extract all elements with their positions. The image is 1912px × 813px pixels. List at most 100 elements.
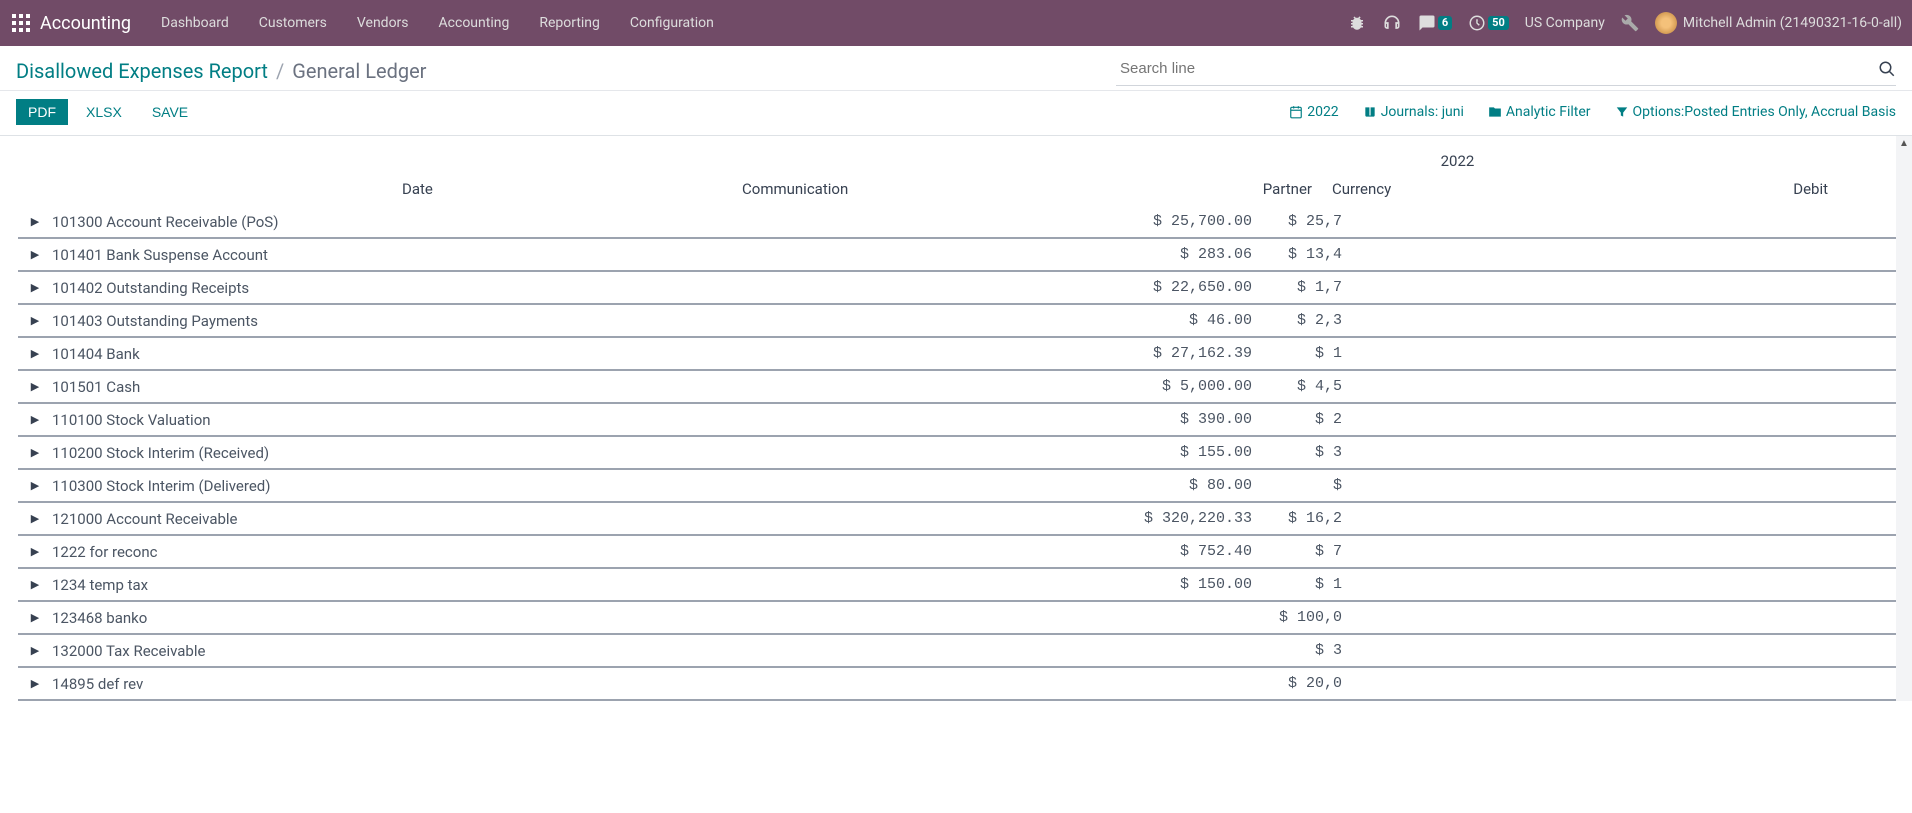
table-row[interactable]: ▶1222 for reconc$ 752.40$ 7	[18, 536, 1912, 569]
tools-icon[interactable]	[1621, 14, 1639, 32]
table-row[interactable]: ▶14895 def rev$ 20,0	[18, 668, 1912, 701]
credit-value: $ 25,7	[1262, 213, 1344, 230]
account-name[interactable]: 132000 Tax Receivable	[52, 642, 1042, 660]
activities-icon[interactable]: 50	[1468, 14, 1509, 32]
company-selector[interactable]: US Company	[1525, 15, 1605, 31]
debit-value: $ 22,650.00	[1042, 279, 1262, 296]
account-name[interactable]: 1222 for reconc	[52, 543, 1042, 561]
menu-accounting[interactable]: Accounting	[439, 15, 510, 31]
caret-right-icon[interactable]: ▶	[18, 380, 52, 393]
account-name[interactable]: 101402 Outstanding Receipts	[52, 279, 1042, 297]
table-row[interactable]: ▶101402 Outstanding Receipts$ 22,650.00$…	[18, 272, 1912, 305]
table-row[interactable]: ▶132000 Tax Receivable $ 3	[18, 635, 1912, 668]
account-name[interactable]: 14895 def rev	[52, 675, 1042, 693]
filter-options[interactable]: Options:Posted Entries Only, Accrual Bas…	[1615, 104, 1897, 120]
account-name[interactable]: 123468 banko	[52, 609, 1042, 627]
table-row[interactable]: ▶121000 Account Receivable$ 320,220.33$ …	[18, 503, 1912, 536]
messages-badge: 6	[1438, 16, 1452, 30]
menu-configuration[interactable]: Configuration	[630, 15, 714, 31]
pdf-button[interactable]: PDF	[16, 99, 68, 125]
caret-right-icon[interactable]: ▶	[18, 446, 52, 459]
filter-journals[interactable]: Journals: juni	[1363, 104, 1464, 120]
account-name[interactable]: 110200 Stock Interim (Received)	[52, 444, 1042, 462]
account-name[interactable]: 101501 Cash	[52, 378, 1042, 396]
account-name[interactable]: 101300 Account Receivable (PoS)	[52, 213, 1042, 231]
column-headers: Date Communication Partner Currency Debi…	[18, 176, 1912, 206]
table-row[interactable]: ▶101403 Outstanding Payments$ 46.00$ 2,3	[18, 305, 1912, 338]
caret-right-icon[interactable]: ▶	[18, 347, 52, 360]
credit-value: $ 3	[1262, 444, 1344, 461]
filter-date[interactable]: 2022	[1289, 104, 1338, 120]
table-row[interactable]: ▶101404 Bank$ 27,162.39$ 1	[18, 338, 1912, 371]
table-row[interactable]: ▶101401 Bank Suspense Account$ 283.06$ 1…	[18, 239, 1912, 272]
caret-right-icon[interactable]: ▶	[18, 545, 52, 558]
xlsx-button[interactable]: XLSX	[74, 99, 134, 125]
table-row[interactable]: ▶1234 temp tax$ 150.00$ 1	[18, 569, 1912, 602]
account-name[interactable]: 101401 Bank Suspense Account	[52, 246, 1042, 264]
caret-right-icon[interactable]: ▶	[18, 479, 52, 492]
table-row[interactable]: ▶110300 Stock Interim (Delivered)$ 80.00…	[18, 470, 1912, 503]
vertical-scrollbar[interactable]: ▲	[1896, 136, 1912, 701]
account-name[interactable]: 121000 Account Receivable	[52, 510, 1042, 528]
filter-options-label: Options:Posted Entries Only, Accrual Bas…	[1633, 104, 1897, 120]
search-icon[interactable]	[1878, 60, 1896, 78]
debit-value: $ 155.00	[1042, 444, 1262, 461]
menu-dashboard[interactable]: Dashboard	[161, 15, 229, 31]
table-row[interactable]: ▶110100 Stock Valuation$ 390.00$ 2	[18, 404, 1912, 437]
caret-right-icon[interactable]: ▶	[18, 512, 52, 525]
apps-icon[interactable]	[10, 12, 32, 34]
caret-right-icon[interactable]: ▶	[18, 644, 52, 657]
debit-value: $ 283.06	[1042, 246, 1262, 263]
breadcrumb-first[interactable]: Disallowed Expenses Report	[16, 59, 268, 83]
caret-right-icon[interactable]: ▶	[18, 281, 52, 294]
menu-vendors[interactable]: Vendors	[357, 15, 409, 31]
credit-value: $ 16,2	[1262, 510, 1344, 527]
account-name[interactable]: 101404 Bank	[52, 345, 1042, 363]
year-header: 2022	[1003, 146, 1912, 176]
folder-icon	[1488, 105, 1502, 119]
caret-right-icon[interactable]: ▶	[18, 413, 52, 426]
table-row[interactable]: ▶110200 Stock Interim (Received)$ 155.00…	[18, 437, 1912, 470]
caret-right-icon[interactable]: ▶	[18, 248, 52, 261]
table-row[interactable]: ▶101300 Account Receivable (PoS)$ 25,700…	[18, 206, 1912, 239]
filter-controls: 2022 Journals: juni Analytic Filter Opti…	[1289, 104, 1896, 120]
col-debit: Debit	[1688, 180, 1838, 198]
top-navbar: Accounting Dashboard Customers Vendors A…	[0, 0, 1912, 46]
save-button[interactable]: SAVE	[140, 99, 200, 125]
credit-value: $ 3	[1262, 642, 1344, 659]
filter-analytic[interactable]: Analytic Filter	[1488, 104, 1591, 120]
credit-value: $ 1	[1262, 576, 1344, 593]
credit-value: $	[1262, 477, 1344, 494]
search-input[interactable]	[1116, 56, 1870, 81]
debit-value: $ 25,700.00	[1042, 213, 1262, 230]
scroll-up-icon[interactable]: ▲	[1896, 136, 1912, 150]
caret-right-icon[interactable]: ▶	[18, 611, 52, 624]
credit-value: $ 100,0	[1262, 609, 1344, 626]
app-name[interactable]: Accounting	[40, 13, 131, 34]
table-row[interactable]: ▶101501 Cash$ 5,000.00$ 4,5	[18, 371, 1912, 404]
account-name[interactable]: 101403 Outstanding Payments	[52, 312, 1042, 330]
table-row[interactable]: ▶123468 banko $ 100,0	[18, 602, 1912, 635]
account-name[interactable]: 110300 Stock Interim (Delivered)	[52, 477, 1042, 495]
caret-right-icon[interactable]: ▶	[18, 578, 52, 591]
avatar	[1655, 12, 1677, 34]
credit-value: $ 2,3	[1262, 312, 1344, 329]
breadcrumb-sep: /	[276, 59, 284, 83]
account-name[interactable]: 110100 Stock Valuation	[52, 411, 1042, 429]
messages-icon[interactable]: 6	[1418, 14, 1452, 32]
menu-reporting[interactable]: Reporting	[539, 15, 600, 31]
user-menu[interactable]: Mitchell Admin (21490321-16-0-all)	[1655, 12, 1902, 34]
caret-right-icon[interactable]: ▶	[18, 215, 52, 228]
caret-right-icon[interactable]: ▶	[18, 677, 52, 690]
debit-value: $ 150.00	[1042, 576, 1262, 593]
filter-date-label: 2022	[1307, 104, 1338, 120]
user-name: Mitchell Admin (21490321-16-0-all)	[1683, 15, 1902, 31]
support-icon[interactable]	[1382, 13, 1402, 33]
caret-right-icon[interactable]: ▶	[18, 314, 52, 327]
menu-customers[interactable]: Customers	[259, 15, 327, 31]
credit-value: $ 1	[1262, 345, 1344, 362]
bug-icon[interactable]	[1348, 14, 1366, 32]
breadcrumb-second: General Ledger	[292, 59, 426, 83]
account-name[interactable]: 1234 temp tax	[52, 576, 1042, 594]
book-icon	[1363, 105, 1377, 119]
